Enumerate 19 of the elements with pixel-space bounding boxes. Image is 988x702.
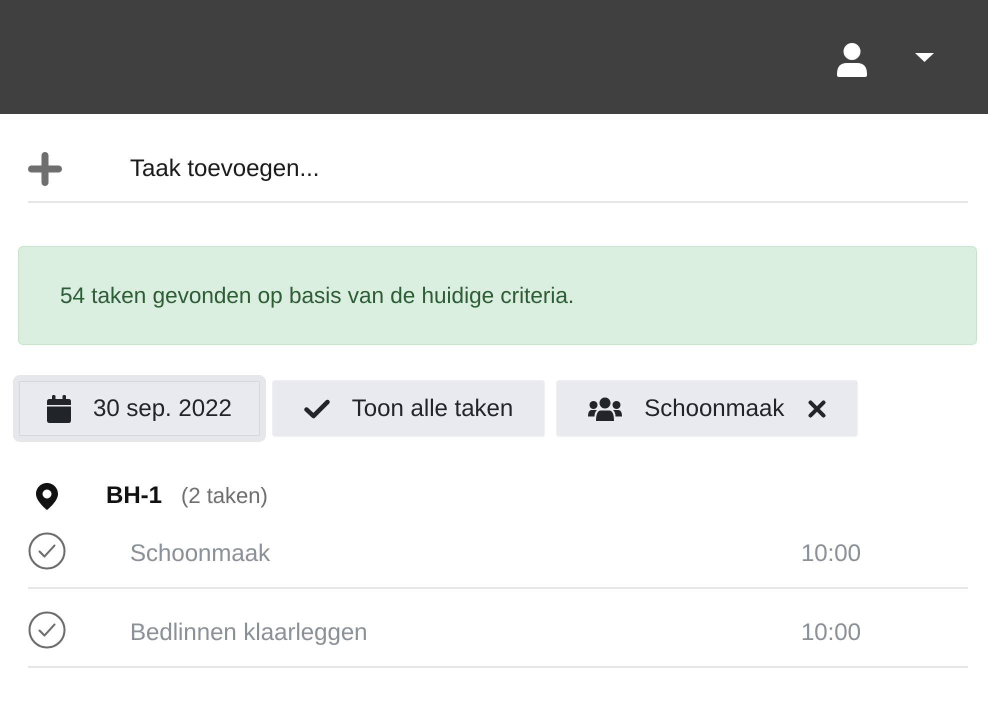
plus-icon[interactable] xyxy=(28,152,62,186)
users-icon xyxy=(588,396,622,420)
filter-button[interactable]: 30 sep. 2022 xyxy=(13,375,266,442)
task-time: 10:00 xyxy=(800,618,861,647)
check-circle-icon[interactable] xyxy=(28,532,66,570)
task-time: 10:00 xyxy=(800,539,861,568)
check-icon xyxy=(304,398,330,418)
caret-icon[interactable] xyxy=(915,52,934,62)
filter-button[interactable]: Schoonmaak xyxy=(556,380,858,437)
map-pin-icon xyxy=(36,482,58,510)
location-name: BH-1 xyxy=(106,482,162,510)
calendar-icon xyxy=(47,394,71,422)
check-circle-icon[interactable] xyxy=(28,611,66,649)
close-icon[interactable] xyxy=(808,400,826,418)
add-task-field[interactable]: Taak toevoegen... xyxy=(130,152,968,186)
alert-text: 54 taken gevonden op basis van de huidige criteria. xyxy=(60,282,574,308)
filter-button[interactable]: Toon alle taken xyxy=(272,380,546,437)
user-icon[interactable] xyxy=(836,43,868,77)
task-count: (2 taken) xyxy=(181,483,268,509)
